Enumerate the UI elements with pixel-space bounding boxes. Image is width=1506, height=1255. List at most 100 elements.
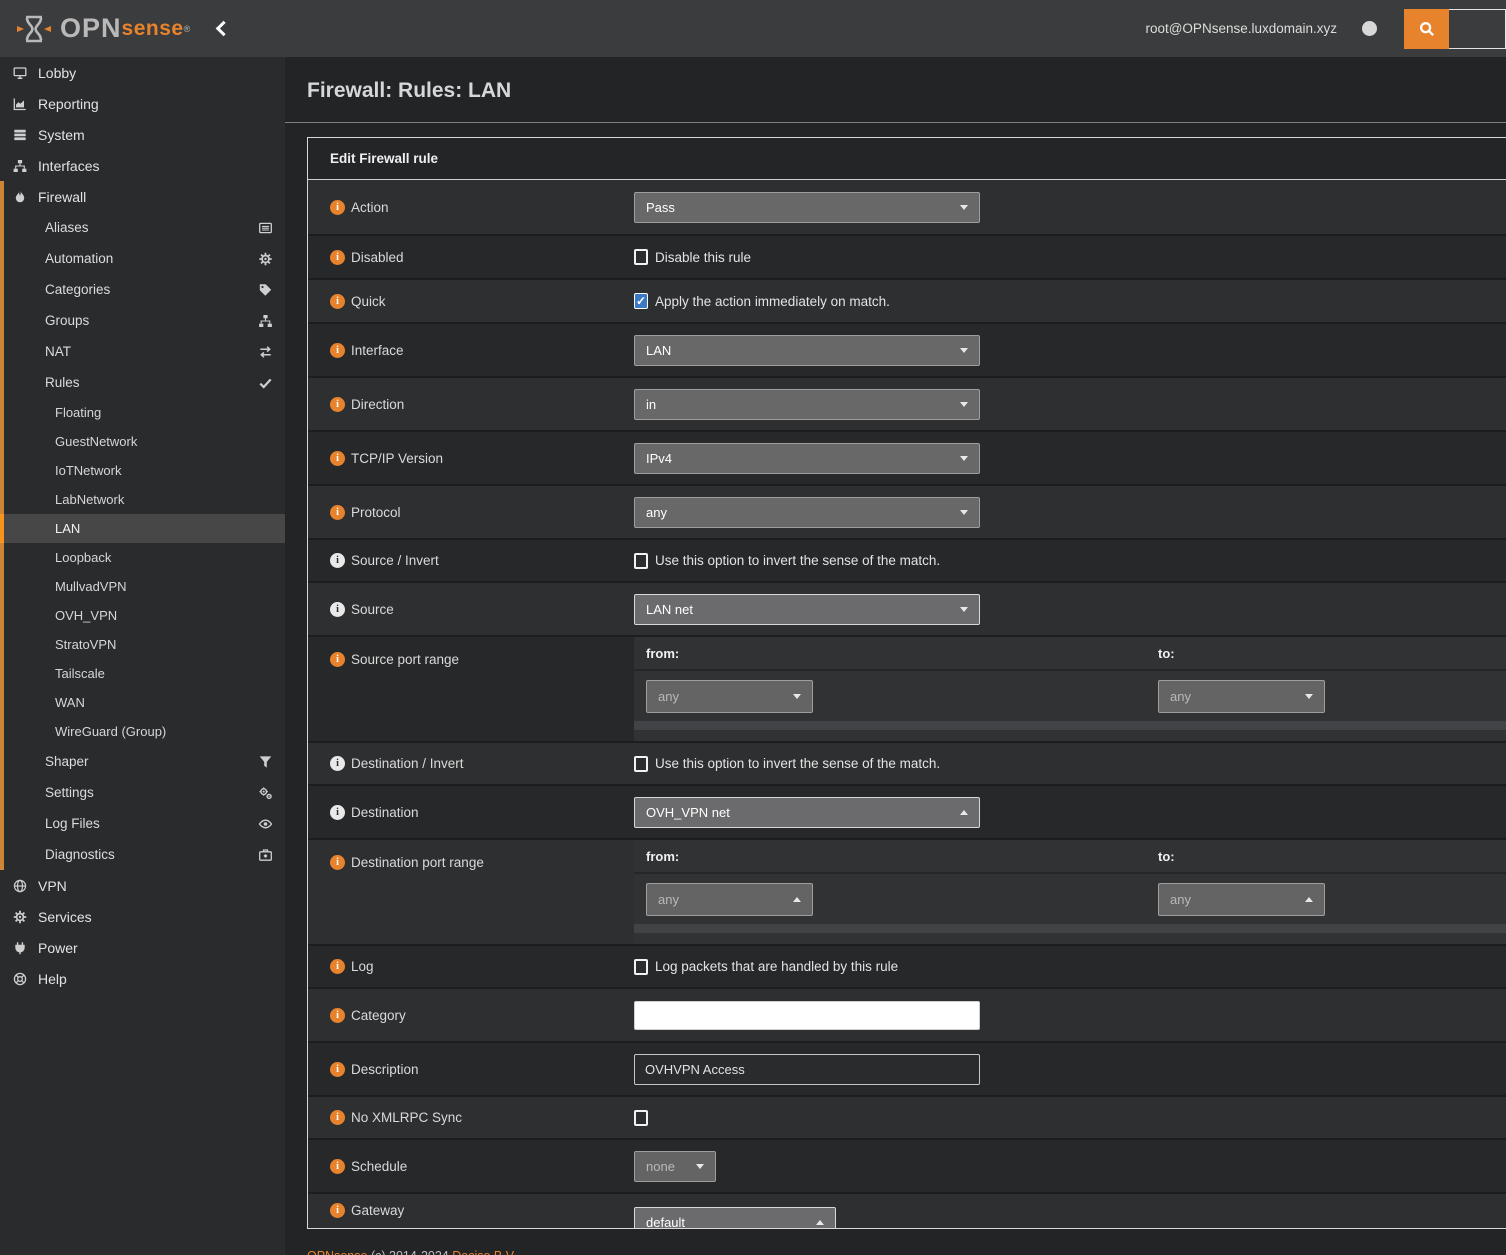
info-icon[interactable]: i (330, 1159, 345, 1174)
no-xmlrpc-sync-checkbox[interactable] (634, 1110, 648, 1126)
destination-port-to-select[interactable]: any (1158, 883, 1325, 916)
info-icon[interactable]: i (330, 397, 345, 412)
sidebar-item-rules-lan[interactable]: LAN (4, 514, 285, 543)
sidebar-item-rules-stratovpn[interactable]: StratoVPN (4, 630, 285, 659)
sidebar-item-rules-wireguard-group[interactable]: WireGuard (Group) (4, 717, 285, 746)
sidebar-item-label: Lobby (38, 65, 76, 81)
destination-port-from-select[interactable]: any (646, 883, 813, 916)
sidebar-item-reporting[interactable]: Reporting (0, 88, 285, 119)
sidebar-item-rules-floating[interactable]: Floating (4, 398, 285, 427)
info-icon[interactable]: i (330, 1110, 345, 1125)
sidebar-item-categories[interactable]: Categories (4, 274, 285, 305)
info-icon[interactable]: i (330, 756, 345, 771)
info-icon[interactable]: i (330, 805, 345, 820)
info-icon[interactable]: i (330, 250, 345, 265)
disabled-checkbox[interactable] (634, 249, 648, 265)
info-icon[interactable]: i (330, 553, 345, 568)
info-icon[interactable]: i (330, 652, 345, 667)
info-icon[interactable]: i (330, 959, 345, 974)
horizontal-scrollbar[interactable] (634, 924, 1506, 933)
destination-port-table: from: to: any any (634, 840, 1506, 944)
opnsense-footer-link[interactable]: OPNsense (307, 1249, 367, 1255)
sidebar-item-system[interactable]: System (0, 119, 285, 150)
sitemap-icon (258, 314, 273, 328)
sidebar-item-rules-guestnetwork[interactable]: GuestNetwork (4, 427, 285, 456)
protocol-select[interactable]: any (634, 497, 980, 528)
medkit-icon (258, 848, 273, 862)
sidebar-item-services[interactable]: Services (0, 901, 285, 932)
field-label: Protocol (351, 505, 401, 520)
status-dot[interactable] (1362, 21, 1377, 36)
sidebar-item-label: Settings (45, 785, 94, 800)
info-icon[interactable]: i (330, 343, 345, 358)
chevron-up-icon (793, 897, 801, 902)
life-ring-icon (12, 972, 28, 986)
info-icon[interactable]: i (330, 200, 345, 215)
info-icon[interactable]: i (330, 505, 345, 520)
sidebar-item-firewall[interactable]: Firewall (4, 181, 285, 212)
info-icon[interactable]: i (330, 1062, 345, 1077)
quick-checkbox[interactable]: ✓ (634, 293, 648, 309)
gateway-select[interactable]: default (634, 1207, 836, 1228)
info-icon[interactable]: i (330, 855, 345, 870)
sidebar-collapse-icon[interactable] (216, 21, 232, 37)
search-button[interactable] (1404, 9, 1449, 49)
destination-invert-checkbox[interactable] (634, 756, 648, 772)
sidebar-item-help[interactable]: Help (0, 963, 285, 994)
log-checkbox[interactable] (634, 959, 648, 975)
deciso-footer-link[interactable]: Deciso B.V. (452, 1249, 516, 1255)
info-icon[interactable]: i (330, 294, 345, 309)
selected-value: Pass (646, 200, 675, 215)
sidebar-item-settings[interactable]: Settings (4, 777, 285, 808)
schedule-select[interactable]: none (634, 1151, 716, 1182)
sidebar-item-lobby[interactable]: Lobby (0, 57, 285, 88)
info-icon[interactable]: i (330, 1008, 345, 1023)
info-icon[interactable]: i (330, 602, 345, 617)
sidebar-item-vpn[interactable]: VPN (0, 870, 285, 901)
sidebar-item-rules[interactable]: Rules (4, 367, 285, 398)
sidebar-item-interfaces[interactable]: Interfaces (0, 150, 285, 181)
tag-icon (258, 283, 273, 297)
form-row-disabled: iDisabled Disable this rule (308, 234, 1506, 278)
chevron-up-icon (1305, 897, 1313, 902)
sidebar-item-log-files[interactable]: Log Files (4, 808, 285, 839)
source-invert-checkbox[interactable] (634, 553, 648, 569)
ip-version-select[interactable]: IPv4 (634, 443, 980, 474)
sidebar-item-rules-wan[interactable]: WAN (4, 688, 285, 717)
selected-value: OVH_VPN net (646, 805, 730, 820)
sidebar-item-groups[interactable]: Groups (4, 305, 285, 336)
action-select[interactable]: Pass (634, 192, 980, 223)
sidebar-item-rules-labnetwork[interactable]: LabNetwork (4, 485, 285, 514)
source-port-to-select[interactable]: any (1158, 680, 1325, 713)
sidebar-item-power[interactable]: Power (0, 932, 285, 963)
description-input[interactable] (634, 1054, 980, 1085)
area-chart-icon (12, 97, 28, 111)
sidebar-item-rules-mullvadvpn[interactable]: MullvadVPN (4, 572, 285, 601)
sidebar-item-automation[interactable]: Automation (4, 243, 285, 274)
exchange-icon (258, 345, 273, 359)
sidebar-item-rules-loopback[interactable]: Loopback (4, 543, 285, 572)
category-input[interactable] (634, 1001, 980, 1030)
sidebar-item-aliases[interactable]: Aliases (4, 212, 285, 243)
info-icon[interactable]: i (330, 1203, 345, 1218)
destination-select[interactable]: OVH_VPN net (634, 797, 980, 828)
horizontal-scrollbar[interactable] (634, 721, 1506, 730)
source-select[interactable]: LAN net (634, 594, 980, 625)
interface-select[interactable]: LAN (634, 335, 980, 366)
logged-in-user[interactable]: root@OPNsense.luxdomain.xyz (1145, 21, 1337, 36)
sidebar-item-nat[interactable]: NAT (4, 336, 285, 367)
form-row-quick: iQuick ✓ Apply the action immediately on… (308, 278, 1506, 322)
field-label: Quick (351, 294, 386, 309)
source-port-from-select[interactable]: any (646, 680, 813, 713)
sidebar-item-rules-tailscale[interactable]: Tailscale (4, 659, 285, 688)
info-icon[interactable]: i (330, 451, 345, 466)
direction-select[interactable]: in (634, 389, 980, 420)
sidebar-item-label: Reporting (38, 96, 99, 112)
opnsense-logo[interactable]: OPNsense® (0, 13, 285, 44)
sidebar-item-diagnostics[interactable]: Diagnostics (4, 839, 285, 870)
sidebar-item-rules-ovh-vpn[interactable]: OVH_VPN (4, 601, 285, 630)
sidebar-item-rules-iotnetwork[interactable]: IoTNetwork (4, 456, 285, 485)
chevron-down-icon (1305, 694, 1313, 699)
sidebar-item-shaper[interactable]: Shaper (4, 746, 285, 777)
search-input[interactable] (1449, 9, 1506, 49)
